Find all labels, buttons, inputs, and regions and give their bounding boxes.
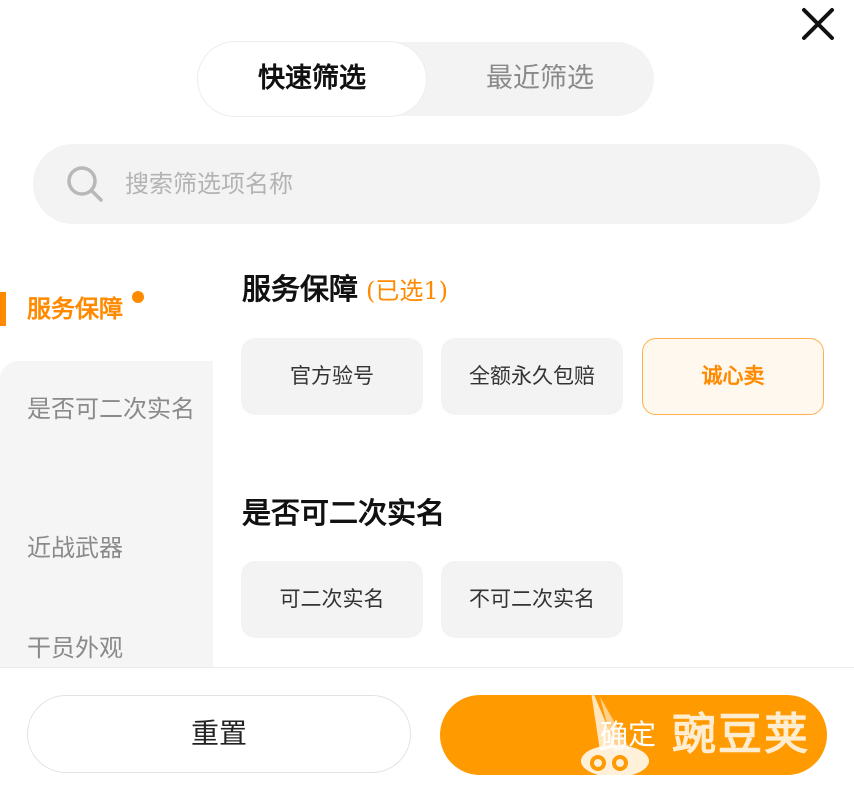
sidebar-item-secondary-realname[interactable]: 是否可二次实名 bbox=[27, 390, 199, 428]
search-input[interactable]: 搜索筛选项名称 bbox=[33, 144, 820, 224]
category-sidebar: 服务保障 是否可二次实名 近战武器 干员外观 bbox=[0, 266, 213, 681]
search-icon bbox=[67, 166, 103, 202]
section-title-text: 服务保障 bbox=[242, 272, 359, 306]
section-title-secondary-realname: 是否可二次实名 bbox=[242, 496, 446, 530]
confirm-button[interactable]: 确定 豌豆荚 bbox=[440, 695, 827, 775]
confirm-label: 确定 bbox=[600, 718, 657, 751]
close-icon bbox=[802, 8, 834, 40]
search-placeholder: 搜索筛选项名称 bbox=[125, 170, 293, 198]
reset-button[interactable]: 重置 bbox=[27, 695, 411, 773]
option-can-realname[interactable]: 可二次实名 bbox=[241, 561, 423, 638]
sidebar-selected-dot bbox=[132, 291, 144, 303]
sidebar-item-service-guarantee[interactable]: 服务保障 bbox=[27, 290, 123, 328]
tab-recent-filter[interactable]: 最近筛选 bbox=[426, 42, 654, 116]
section-selected-count: (已选1) bbox=[366, 277, 449, 305]
section-title-service-guarantee: 服务保障 (已选1) bbox=[242, 266, 448, 308]
sidebar-item-melee-weapon[interactable]: 近战武器 bbox=[27, 529, 123, 567]
watermark-text: 豌豆荚 bbox=[672, 709, 810, 760]
close-button[interactable] bbox=[798, 4, 838, 44]
tab-quick-filter[interactable]: 快速筛选 bbox=[198, 42, 426, 116]
option-full-permanent-compensation[interactable]: 全额永久包赔 bbox=[441, 338, 623, 415]
option-sincere-sale[interactable]: 诚心卖 bbox=[642, 338, 824, 415]
filter-mode-tabs: 快速筛选 最近筛选 bbox=[198, 42, 654, 116]
option-official-verify[interactable]: 官方验号 bbox=[241, 338, 423, 415]
sidebar-item-operator-skin[interactable]: 干员外观 bbox=[27, 629, 123, 667]
option-cannot-realname[interactable]: 不可二次实名 bbox=[441, 561, 623, 638]
sidebar-active-indicator bbox=[0, 292, 6, 326]
footer-bar: 重置 确定 豌豆荚 bbox=[0, 668, 854, 801]
